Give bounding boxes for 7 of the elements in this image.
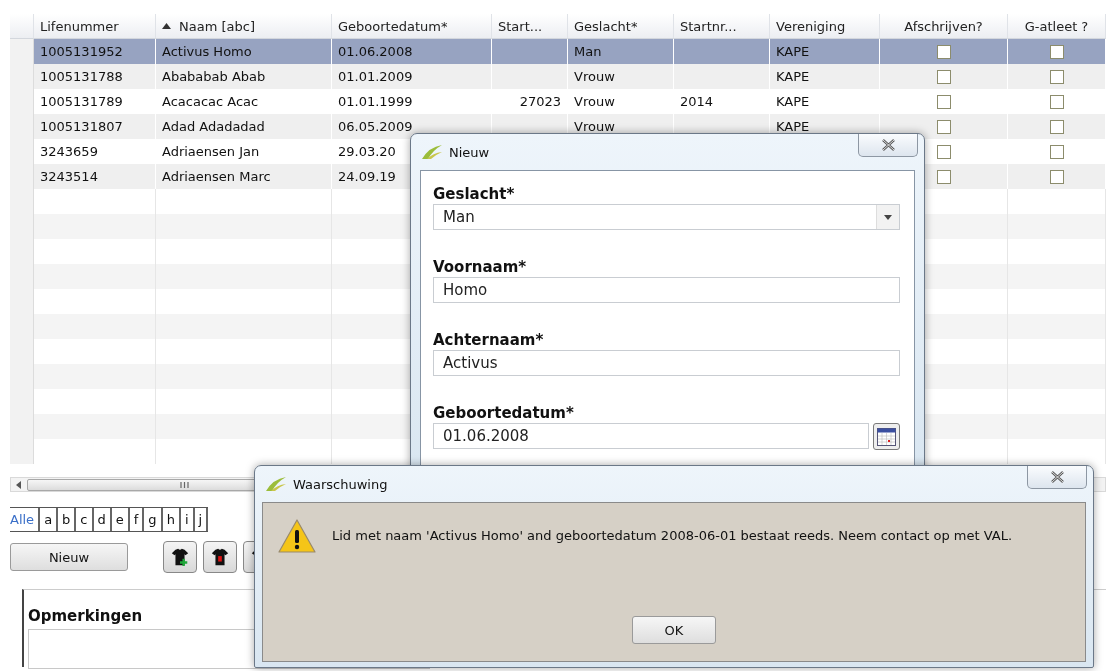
- field-label: Geboortedatum*: [433, 404, 575, 423]
- section-label: Opmerkingen: [28, 607, 144, 625]
- field-label: Voornaam*: [433, 258, 528, 277]
- warning-message: Lid met naam 'Activus Homo' and geboortedatum 2008-06-01 bestaat reeds. Neem contact op met VAL.: [332, 528, 1013, 543]
- field-label: Achternaam*: [433, 331, 545, 350]
- window-title: Waarschuwing: [293, 476, 388, 492]
- window-title: Nieuw: [449, 144, 490, 160]
